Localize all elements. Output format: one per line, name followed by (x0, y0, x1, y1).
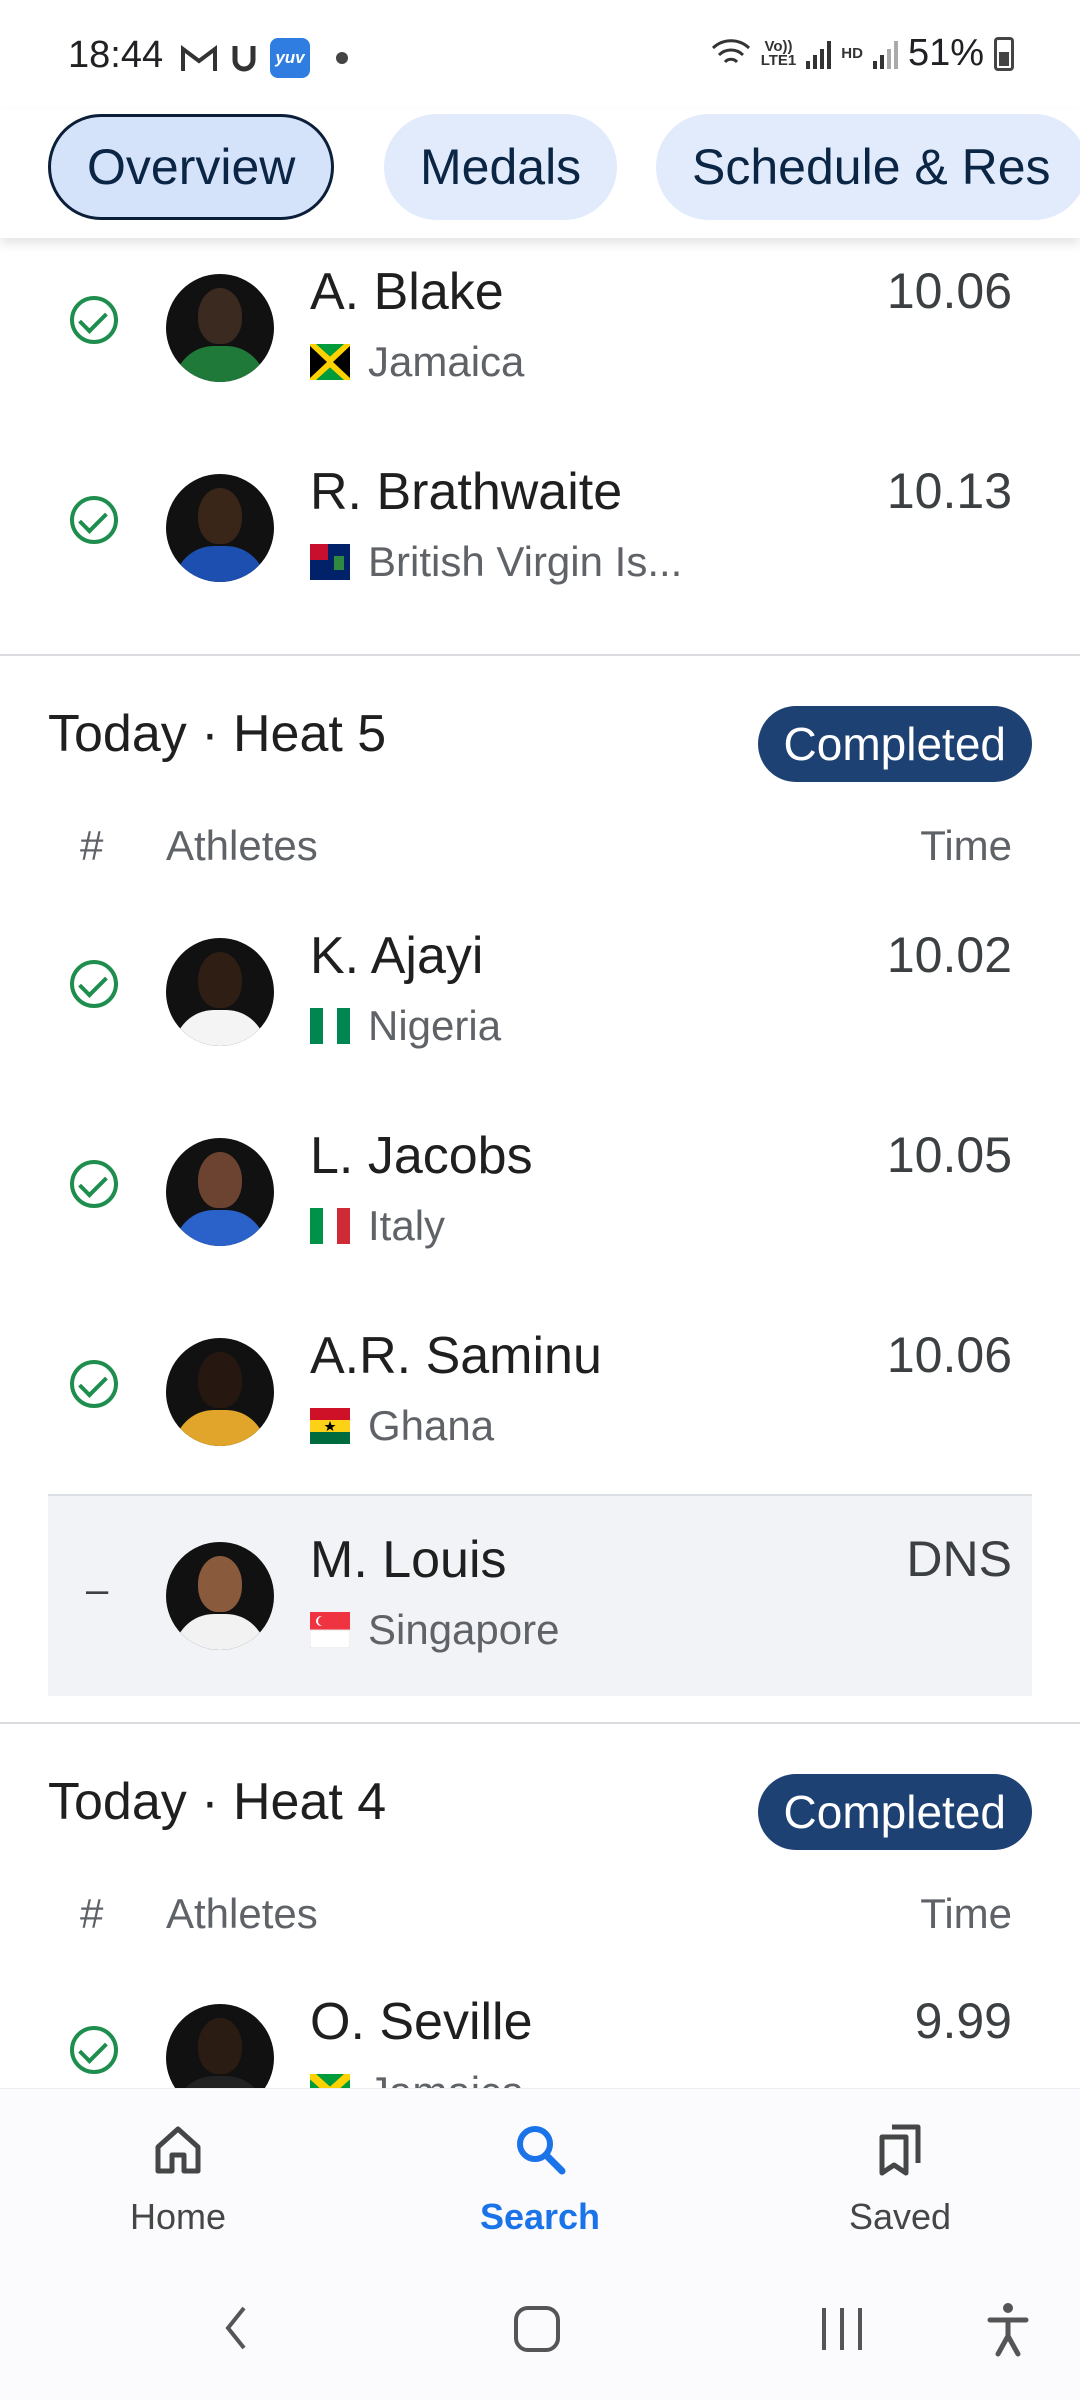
result-row[interactable]: O. Seville Jamaica 9.99 (48, 1968, 1032, 2088)
nav-saved[interactable]: Saved (800, 2119, 1000, 2238)
athlete-country: Italy (368, 1202, 446, 1249)
athlete-time: 10.05 (886, 1127, 1012, 1183)
athlete-country: Nigeria (368, 1002, 502, 1049)
athlete-country: British Virgin Is... (368, 538, 683, 585)
athlete-time: 10.06 (886, 1327, 1012, 1383)
athlete-country: Ghana (368, 1402, 495, 1449)
athlete-avatar (166, 1542, 274, 1650)
athlete-avatar (166, 938, 274, 1046)
column-header-time: Time (920, 1890, 1012, 1937)
status-badge: Completed (757, 706, 1032, 782)
column-header-athletes: Athletes (166, 822, 318, 869)
column-header-time: Time (920, 822, 1012, 869)
british-virgin-islands-flag-icon (310, 544, 350, 580)
bottom-navigation: Home Search Saved (0, 2088, 1080, 2258)
athlete-country: Jamaica (368, 2068, 524, 2088)
notification-u-icon (232, 46, 256, 72)
athlete-time: 10.13 (886, 463, 1012, 519)
result-row[interactable]: L. Jacobs Italy 10.05 (48, 1102, 1032, 1302)
signal-2-icon (872, 39, 898, 69)
nav-saved-label: Saved (848, 2196, 952, 2237)
tab-overview[interactable]: Overview (48, 114, 335, 220)
section-divider (0, 654, 1080, 656)
status-bar: 18:44 yuv Vo)) LTE1 HD 51% (0, 0, 1080, 110)
athlete-name: M. Louis (310, 1531, 507, 1589)
home-icon (155, 2126, 201, 2174)
back-icon[interactable] (216, 2298, 256, 2358)
section-divider (0, 1722, 1080, 1724)
jamaica-flag-icon (310, 2074, 350, 2088)
result-row[interactable]: R. Brathwaite British Virgin Is... 10.13 (48, 438, 1032, 638)
home-button-icon[interactable] (510, 2298, 566, 2358)
qualified-check-icon (70, 496, 118, 544)
athlete-time: 9.99 (914, 1993, 1012, 2049)
tab-bar: Overview Medals Schedule & Res (0, 110, 1080, 238)
result-row-dns[interactable]: – M. Louis Singapore DNS (48, 1494, 1032, 1696)
battery-percent: 51% (907, 32, 984, 74)
result-row[interactable]: A.R. Saminu Ghana 10.06 (48, 1302, 1032, 1502)
wifi-icon (711, 38, 750, 63)
athlete-name: R. Brathwaite (310, 463, 623, 521)
lte-label: LTE1 (760, 51, 797, 69)
column-header-rank: # (80, 1890, 104, 1937)
nav-home[interactable]: Home (78, 2119, 278, 2238)
qualified-check-icon (70, 1160, 118, 1208)
recent-apps-icon[interactable] (814, 2298, 870, 2358)
athlete-name: L. Jacobs (310, 1127, 533, 1185)
athlete-avatar (166, 2004, 274, 2088)
accessibility-icon[interactable] (980, 2298, 1036, 2358)
athlete-time: DNS (906, 1531, 1012, 1587)
rank-dash: – (86, 1568, 109, 1612)
battery-icon (994, 36, 1014, 71)
result-row[interactable]: K. Ajayi Nigeria 10.02 (48, 902, 1032, 1102)
hd-label: HD (841, 44, 863, 62)
athlete-name: K. Ajayi (310, 927, 484, 985)
gmail-icon (181, 45, 217, 71)
more-notifications-dot (336, 52, 348, 64)
athlete-name: A.R. Saminu (310, 1327, 602, 1385)
qualified-check-icon (70, 2026, 118, 2074)
result-row[interactable]: A. Blake Jamaica 10.06 (48, 238, 1032, 438)
athlete-avatar (166, 1138, 274, 1246)
status-badge: Completed (757, 1774, 1032, 1850)
ghana-flag-icon (310, 1408, 350, 1444)
column-header-athletes: Athletes (166, 1890, 318, 1937)
athlete-avatar (166, 1338, 274, 1446)
search-icon (517, 2126, 566, 2175)
qualified-check-icon (70, 960, 118, 1008)
tab-medals[interactable]: Medals (384, 114, 618, 220)
jamaica-flag-icon (310, 344, 350, 380)
athlete-name: A. Blake (310, 263, 504, 321)
nav-home-label: Home (129, 2196, 227, 2237)
italy-flag-icon (310, 1208, 350, 1244)
heat-title: Today · Heat 4 (48, 1773, 387, 1831)
signal-icon (806, 39, 832, 69)
athlete-country: Jamaica (368, 338, 525, 385)
nav-search-label: Search (479, 2196, 601, 2237)
athlete-country: Singapore (368, 1606, 560, 1653)
qualified-check-icon (70, 296, 118, 344)
nigeria-flag-icon (310, 1008, 350, 1044)
athlete-avatar (166, 274, 274, 382)
athlete-avatar (166, 474, 274, 582)
status-time: 18:44 (68, 34, 164, 76)
heat-title: Today · Heat 5 (48, 705, 387, 763)
bookmarks-icon (879, 2124, 921, 2176)
results-list[interactable]: A. Blake Jamaica 10.06 R. Brathwaite Bri… (0, 238, 1080, 2088)
yuv-app-icon: yuv (270, 38, 310, 78)
column-header-rank: # (80, 822, 104, 869)
singapore-flag-icon (310, 1612, 350, 1648)
athlete-time: 10.02 (886, 927, 1012, 983)
tab-schedule-results[interactable]: Schedule & Res (656, 114, 1080, 220)
athlete-name: O. Seville (310, 1993, 533, 2051)
athlete-time: 10.06 (886, 263, 1012, 319)
system-navigation-bar (0, 2258, 1080, 2400)
qualified-check-icon (70, 1360, 118, 1408)
nav-search[interactable]: Search (440, 2119, 640, 2238)
